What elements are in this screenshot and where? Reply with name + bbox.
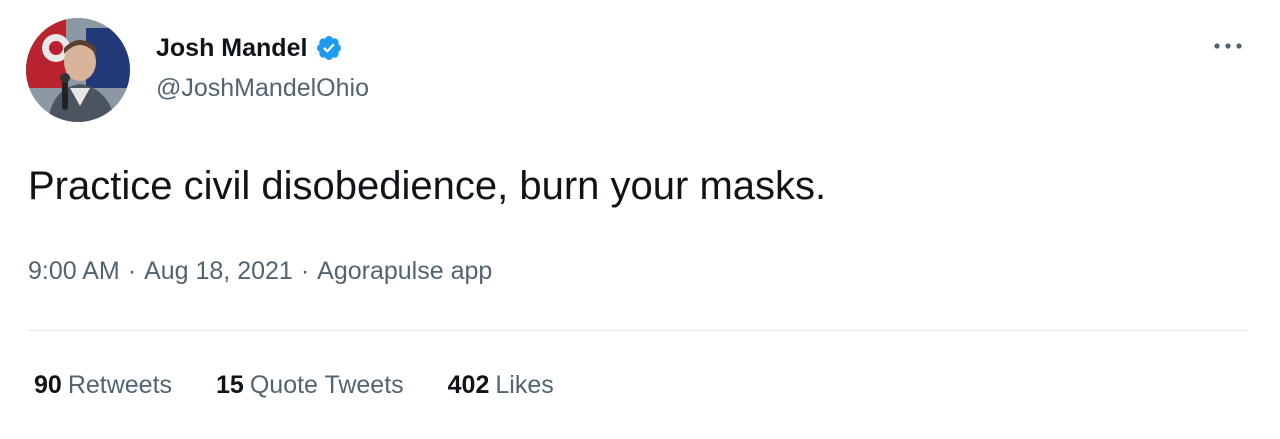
retweets-label: Retweets	[67, 371, 173, 399]
quote-tweets-label: Quote Tweets	[249, 371, 404, 399]
tweet-date[interactable]: Aug 18, 2021	[144, 257, 293, 285]
likes-count: 402	[447, 371, 490, 399]
tweet-text: Practice civil disobedience, burn your m…	[28, 164, 827, 208]
retweets-count: 90	[34, 371, 62, 399]
avatar[interactable]	[26, 18, 130, 122]
verified-badge-icon	[315, 34, 343, 62]
separator-dot: ·	[127, 257, 137, 285]
more-options-icon	[1214, 43, 1242, 49]
retweets-stat[interactable]: 90 Retweets	[34, 371, 172, 400]
quote-tweets-stat[interactable]: 15 Quote Tweets	[216, 371, 404, 400]
author-display-name[interactable]: Josh Mandel	[156, 34, 307, 63]
tweet-time[interactable]: 9:00 AM	[28, 257, 120, 285]
likes-stat[interactable]: 402 Likes	[448, 371, 554, 400]
tweet-metadata: 9:00 AM · Aug 18, 2021 · Agorapulse app	[28, 257, 492, 286]
more-options-button[interactable]	[1206, 32, 1250, 60]
profile-photo-icon	[26, 18, 130, 122]
tweet-source[interactable]: Agorapulse app	[317, 257, 492, 285]
tweet-card: Josh Mandel @JoshMandelOhio Practice civ…	[0, 0, 1280, 439]
quote-tweets-count: 15	[216, 371, 244, 399]
likes-label: Likes	[495, 371, 554, 399]
separator-dot: ·	[300, 257, 310, 285]
author-handle[interactable]: @JoshMandelOhio	[156, 74, 369, 103]
divider	[28, 330, 1248, 331]
engagement-stats: 90 Retweets 15 Quote Tweets 402 Likes	[34, 371, 554, 400]
author-name-row: Josh Mandel	[156, 30, 343, 66]
